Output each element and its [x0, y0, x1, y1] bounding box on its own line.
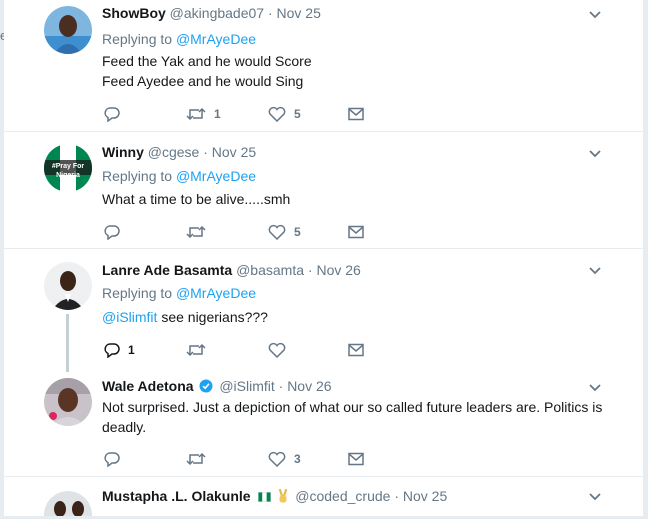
tweet-winny[interactable]: #Pray For Nigeria Winny @cgese · Nov 25 … — [4, 132, 643, 248]
display-name[interactable]: Mustapha .L. Olakunle — [102, 488, 251, 504]
retweet-button[interactable]: 1 — [186, 105, 221, 123]
replying-to: Replying to @MrAyeDee — [102, 167, 256, 185]
chevron-down-icon[interactable] — [588, 492, 602, 502]
tweet-text: Feed the Yak and he would Score Feed Aye… — [102, 51, 622, 91]
envelope-icon — [348, 225, 364, 239]
username[interactable]: @basamta — [236, 262, 304, 278]
direct-message-button[interactable] — [348, 223, 364, 241]
like-button[interactable]: 5 — [268, 105, 301, 123]
heart-icon — [268, 451, 286, 467]
tweet-text-line: deadly. — [102, 419, 147, 435]
display-name[interactable]: Winny — [102, 144, 144, 160]
reply-button[interactable] — [104, 105, 120, 123]
replying-to-label: Replying to — [102, 31, 176, 47]
tweet-text-line: Feed Ayedee and he would Sing — [102, 73, 304, 89]
display-name[interactable]: ShowBoy — [102, 5, 166, 21]
heart-icon — [268, 224, 286, 240]
replying-to-label: Replying to — [102, 168, 176, 184]
tweet-text: What a time to be alive.....smh — [102, 189, 622, 209]
like-count: 5 — [294, 107, 301, 121]
tweet-text: Not surprised. Just a depiction of what … — [102, 397, 622, 437]
tweet-date[interactable]: · Nov 26 — [308, 262, 361, 278]
retweet-count: 1 — [214, 107, 221, 121]
tweet-date[interactable]: · Nov 25 — [203, 144, 256, 160]
chevron-down-icon[interactable] — [588, 266, 602, 276]
tweet-lanre[interactable]: Lanre Ade Basamta @basamta · Nov 26 Repl… — [4, 249, 643, 364]
retweet-button[interactable] — [186, 223, 214, 241]
tweet-text-body: see nigerians??? — [157, 309, 268, 325]
chevron-down-icon[interactable] — [588, 383, 602, 393]
replying-to: Replying to @MrAyeDee — [102, 30, 256, 48]
tweet-header: Winny @cgese · Nov 25 — [102, 143, 256, 161]
tweet-text-line: Feed the Yak and he would Score — [102, 53, 312, 69]
tweet-date[interactable]: · Nov 26 — [279, 378, 332, 394]
verified-badge-icon — [199, 379, 213, 393]
avatar[interactable] — [44, 378, 92, 426]
chevron-down-icon[interactable] — [588, 149, 602, 159]
retweet-button[interactable] — [186, 450, 206, 468]
tweet-text-line: What a time to be alive.....smh — [102, 191, 291, 207]
retweet-icon — [186, 343, 206, 357]
avatar[interactable] — [44, 491, 92, 516]
tweet-mustapha[interactable]: Mustapha .L. Olakunle @coded_crude · Nov… — [4, 477, 643, 516]
reply-count: 1 — [128, 343, 135, 357]
like-button[interactable]: 3 — [268, 450, 301, 468]
replying-to: Replying to @MrAyeDee — [102, 284, 256, 302]
avatar[interactable]: #Pray For Nigeria — [44, 144, 92, 192]
replying-to-label: Replying to — [102, 285, 176, 301]
mention-link[interactable]: @iSlimfit — [102, 309, 157, 325]
reply-icon — [104, 107, 120, 122]
reply-icon — [104, 452, 120, 467]
direct-message-button[interactable] — [348, 450, 364, 468]
like-button[interactable]: 5 — [268, 223, 301, 241]
tweet-header: ShowBoy @akingbade07 · Nov 25 — [102, 4, 321, 22]
heart-icon — [268, 342, 286, 358]
username[interactable]: @iSlimfit — [219, 378, 274, 394]
heart-icon — [268, 106, 286, 122]
username[interactable]: @cgese — [148, 144, 200, 160]
tweet-date[interactable]: · Nov 25 — [394, 488, 447, 504]
like-count: 5 — [294, 225, 301, 239]
tweet-header: Wale Adetona @iSlimfit · Nov 26 — [102, 377, 332, 395]
reply-icon — [104, 225, 120, 240]
reply-button[interactable]: 1 — [104, 341, 135, 359]
chevron-down-icon[interactable] — [588, 10, 602, 20]
replying-to-link[interactable]: @MrAyeDee — [176, 285, 256, 301]
retweet-icon — [186, 452, 206, 466]
tweet-wale[interactable]: Wale Adetona @iSlimfit · Nov 26 Not surp… — [4, 364, 643, 476]
envelope-icon — [348, 343, 364, 357]
username[interactable]: @akingbade07 — [170, 5, 264, 21]
avatar[interactable] — [44, 262, 92, 310]
display-name[interactable]: Wale Adetona — [102, 378, 194, 394]
reply-icon — [104, 343, 120, 358]
reply-button[interactable] — [104, 223, 120, 241]
like-count: 3 — [294, 452, 301, 466]
like-button[interactable] — [268, 341, 294, 359]
page-background-right — [643, 0, 648, 519]
replying-to-link[interactable]: @MrAyeDee — [176, 31, 256, 47]
tweet-header: Mustapha .L. Olakunle @coded_crude · Nov… — [102, 487, 447, 505]
avatar-caption: #Pray For Nigeria — [51, 163, 85, 179]
nigeria-flag-icon — [258, 492, 272, 502]
envelope-icon — [348, 107, 364, 121]
direct-message-button[interactable] — [348, 341, 364, 359]
envelope-icon — [348, 452, 364, 466]
replies-timeline: ShowBoy @akingbade07 · Nov 25 Replying t… — [4, 0, 643, 516]
replying-to-link[interactable]: @MrAyeDee — [176, 168, 256, 184]
tweet-text: @iSlimfit see nigerians??? — [102, 307, 622, 327]
retweet-icon — [186, 107, 206, 121]
retweet-icon — [186, 225, 206, 239]
victory-hand-icon — [279, 489, 288, 503]
display-name[interactable]: Lanre Ade Basamta — [102, 262, 232, 278]
avatar[interactable] — [44, 6, 92, 54]
tweet-text-line: Not surprised. Just a depiction of what … — [102, 399, 603, 415]
tweet-date[interactable]: · Nov 25 — [268, 5, 321, 21]
reply-button[interactable] — [104, 450, 120, 468]
tweet-showboy[interactable]: ShowBoy @akingbade07 · Nov 25 Replying t… — [4, 0, 643, 131]
retweet-button[interactable] — [186, 341, 206, 359]
direct-message-button[interactable] — [348, 105, 364, 123]
tweet-header: Lanre Ade Basamta @basamta · Nov 26 — [102, 261, 361, 279]
username[interactable]: @coded_crude — [295, 488, 390, 504]
